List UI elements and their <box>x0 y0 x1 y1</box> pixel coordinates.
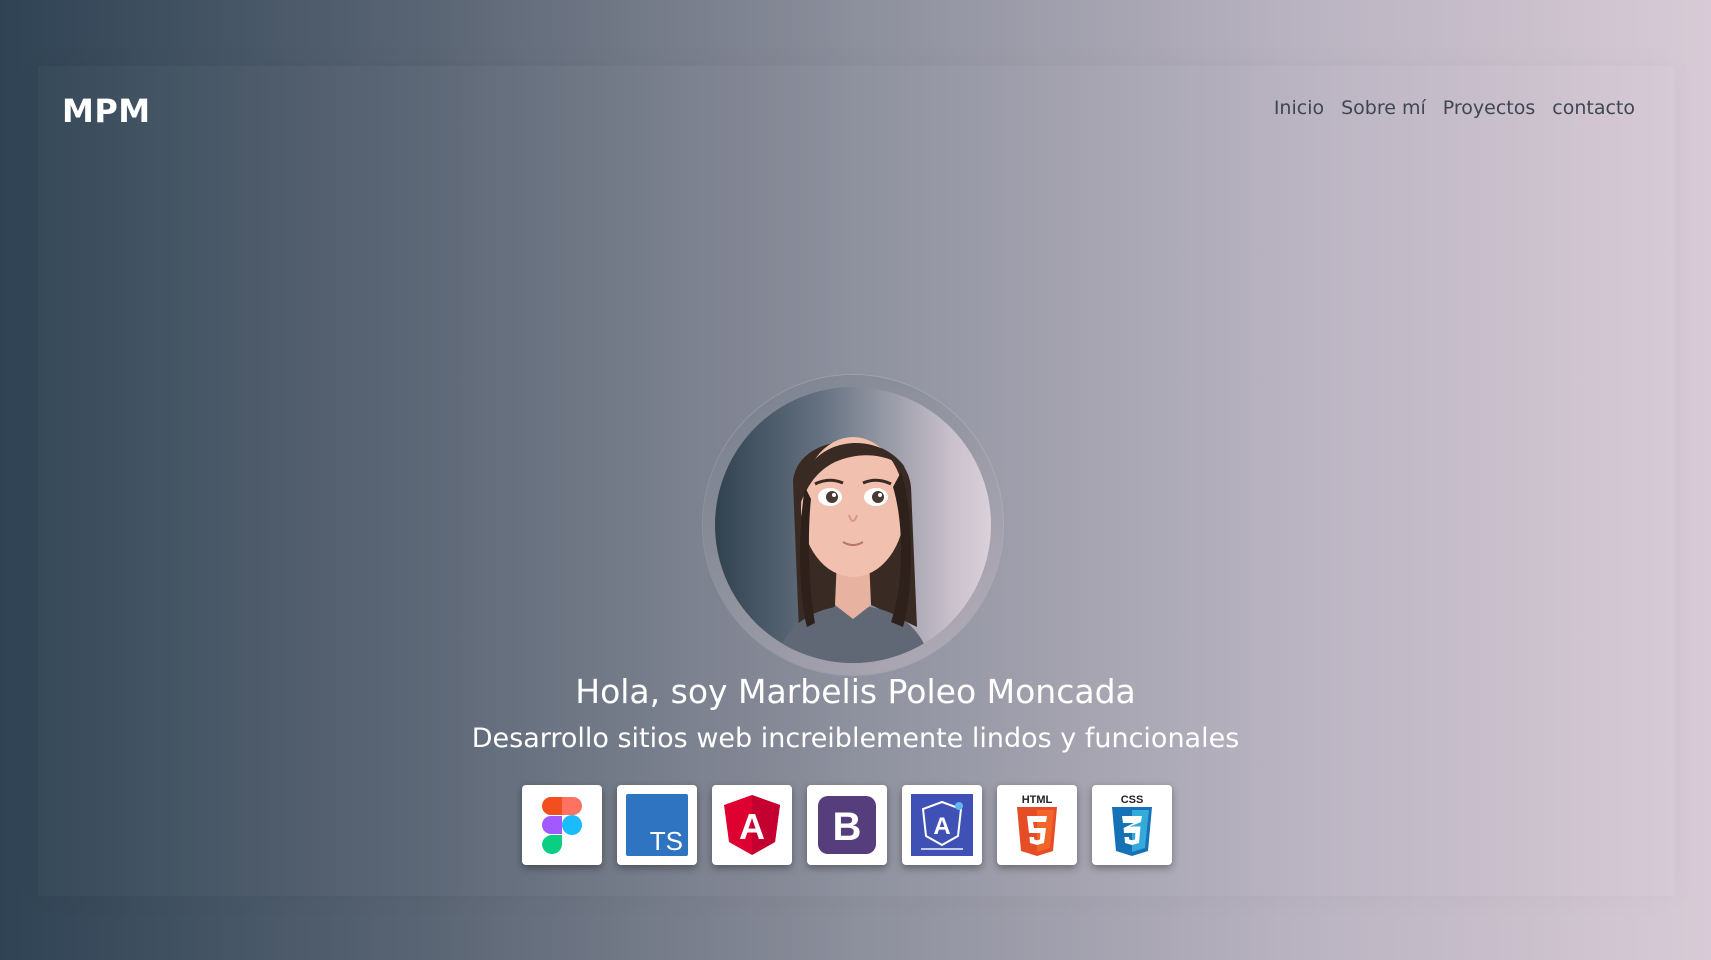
angular-icon: A <box>724 795 780 855</box>
svg-text:B: B <box>833 805 862 849</box>
tech-bootstrap[interactable]: B <box>807 785 887 865</box>
tech-typescript[interactable]: TS <box>617 785 697 865</box>
tech-angular-material[interactable]: A <box>902 785 982 865</box>
hero-subtitle: Desarrollo sitios web increiblemente lin… <box>471 723 1240 754</box>
svg-text:CSS: CSS <box>1121 794 1144 806</box>
nav-item-sobre-mi[interactable]: Sobre mí <box>1341 97 1426 119</box>
svg-text:HTML: HTML <box>1022 794 1053 806</box>
svg-text:TS: TS <box>650 826 683 856</box>
bootstrap-icon: B <box>818 796 876 854</box>
nav-item-proyectos[interactable]: Proyectos <box>1443 97 1536 119</box>
css3-icon: CSS <box>1112 794 1152 856</box>
cartoon-woman-avatar-icon <box>775 437 931 663</box>
avatar-image <box>715 387 991 663</box>
main-nav: Inicio Sobre mí Proyectos contacto <box>1274 97 1635 119</box>
nav-item-contacto[interactable]: contacto <box>1552 97 1635 119</box>
angular-material-icon: A <box>911 794 973 856</box>
hero-title: Hola, soy Marbelis Poleo Moncada <box>575 672 1136 711</box>
typescript-icon: TS <box>626 794 688 856</box>
svg-text:A: A <box>933 813 950 840</box>
html5-icon: HTML <box>1017 794 1057 856</box>
avatar <box>703 375 1003 675</box>
svg-text:A: A <box>739 806 765 847</box>
figma-icon <box>542 797 582 854</box>
page: MPM Inicio Sobre mí Proyectos contacto H… <box>0 0 1711 960</box>
nav-item-inicio[interactable]: Inicio <box>1274 97 1324 119</box>
tech-html5[interactable]: HTML <box>997 785 1077 865</box>
technology-list: TS A B A HTML CSS <box>522 785 1172 865</box>
tech-css3[interactable]: CSS <box>1092 785 1172 865</box>
brand-logo[interactable]: MPM <box>62 92 151 130</box>
tech-angular[interactable]: A <box>712 785 792 865</box>
tech-figma[interactable] <box>522 785 602 865</box>
